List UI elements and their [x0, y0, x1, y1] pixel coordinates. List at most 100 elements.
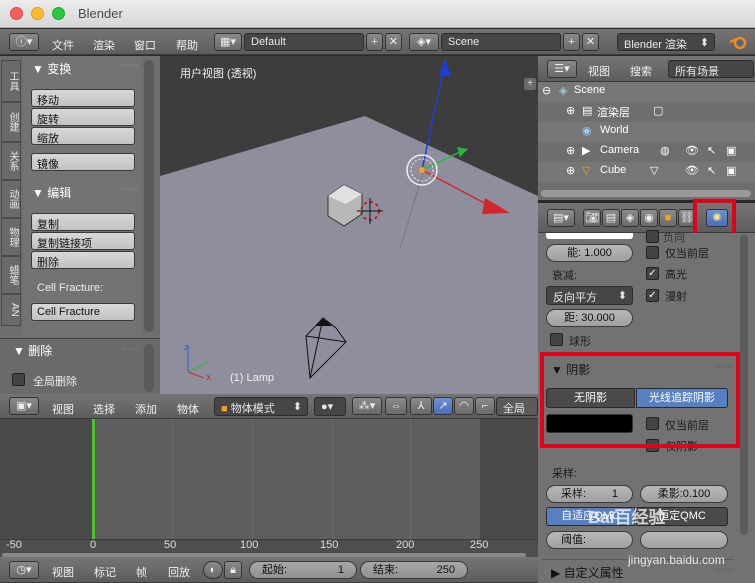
menu-add[interactable]: 添加	[135, 401, 157, 417]
drag-handle-icon[interactable]: ⋯⋯	[121, 60, 139, 71]
cell-fracture-button[interactable]: Cell Fracture	[31, 303, 135, 321]
render-layers-tab-icon[interactable]: ▤	[602, 209, 620, 227]
editor-type-timeline-icon[interactable]: ◷▾	[9, 561, 39, 579]
minimize-window-button[interactable]	[31, 7, 44, 20]
outliner-scrollbar[interactable]	[541, 190, 751, 197]
menu-view[interactable]: 视图	[52, 401, 74, 417]
menu-help[interactable]: 帮助	[176, 37, 198, 53]
menu-view[interactable]: 视图	[52, 564, 74, 580]
samples-field[interactable]: 采样: 1	[546, 485, 633, 503]
outliner-row-scene[interactable]: ⊖ ◈ Scene	[540, 84, 752, 104]
screen-layout-field[interactable]: Default	[244, 33, 364, 51]
tab-an[interactable]: AN	[1, 294, 21, 326]
transform-space-select[interactable]: 全局	[496, 397, 538, 416]
scale-button[interactable]: 缩放	[31, 127, 135, 145]
rotate-button[interactable]: 旋转	[31, 108, 135, 126]
current-frame-indicator[interactable]	[92, 419, 95, 539]
menu-view[interactable]: 视图	[588, 63, 610, 79]
outliner-row-camera[interactable]: ⊕ ▶ Camera ◍ 👁︎ ↖ ▣	[540, 144, 752, 164]
collapse-icon[interactable]: ⊖	[542, 84, 551, 97]
screen-layout-icon[interactable]: ▦▾	[214, 33, 242, 51]
mirror-button[interactable]: 镜像	[31, 153, 135, 171]
remove-scene-icon[interactable]: ✕	[582, 33, 599, 51]
tab-animation[interactable]: 动画	[1, 180, 21, 218]
menu-file[interactable]: 文件	[52, 37, 74, 53]
close-window-button[interactable]	[10, 7, 23, 20]
world-tab-icon[interactable]: ◉	[640, 209, 658, 227]
energy-field[interactable]: 能: 1.000	[546, 244, 633, 262]
menu-frame[interactable]: 帧	[136, 564, 147, 580]
expand-icon[interactable]: ⊕	[566, 164, 575, 177]
duplicate-linked-button[interactable]: 复制链接项	[31, 232, 135, 250]
tab-tools[interactable]: 工具	[1, 60, 21, 102]
operator-scrollbar[interactable]	[144, 344, 154, 392]
outliner-filter-select[interactable]: 所有场景	[668, 60, 754, 78]
keying-set-icon[interactable]: ◐	[203, 561, 223, 579]
tool-shelf-scrollbar[interactable]	[144, 60, 154, 332]
edit-section-title[interactable]: ▼ 编辑	[32, 184, 71, 201]
delete-operator-title[interactable]: ▼ 删除	[13, 342, 52, 359]
menu-marker[interactable]: 标记	[94, 564, 116, 580]
lock-range-icon[interactable]: 🔒︎	[224, 561, 242, 579]
tab-relations[interactable]: 关系	[1, 142, 21, 180]
lamp-color-swatch[interactable]	[546, 233, 633, 239]
translate-manipulator-icon[interactable]: ⅄	[410, 397, 432, 415]
menu-search[interactable]: 搜索	[630, 63, 652, 79]
move-button[interactable]: 移动	[31, 89, 135, 107]
duplicate-button[interactable]: 复制	[31, 213, 135, 231]
properties-scrollbar[interactable]	[740, 235, 748, 535]
start-frame-field[interactable]: 起始: 1	[249, 561, 357, 579]
soft-size-secondary-field[interactable]	[640, 531, 728, 549]
scene-field[interactable]: Scene	[441, 33, 561, 51]
transform-section-title[interactable]: ▼ 变换	[32, 60, 71, 77]
editor-type-3d-icon[interactable]: ▣▾	[9, 397, 39, 415]
outliner-row-world[interactable]: ◉ World	[540, 124, 752, 144]
tab-physics[interactable]: 物理	[1, 218, 21, 256]
viewport-shading-select[interactable]: ●▾	[314, 397, 346, 416]
rotate-manipulator-icon[interactable]: ↗	[433, 397, 453, 415]
menu-playback[interactable]: 回放	[168, 564, 190, 580]
timeline-area[interactable]: -50 0 50 100 150 200 250	[0, 419, 538, 557]
outliner-row-cube[interactable]: ⊕ ▽ Cube ▽ 👁︎ ↖ ▣	[540, 164, 752, 184]
scene-icon[interactable]: ◈▾	[409, 33, 439, 51]
global-delete-checkbox[interactable]	[12, 373, 25, 386]
menu-select[interactable]: 选择	[93, 401, 115, 417]
visibility-eye-icon[interactable]: 👁︎	[685, 144, 699, 157]
this-layer-only-checkbox[interactable]	[646, 246, 659, 259]
editor-type-outliner-icon[interactable]: ☰▾	[547, 60, 577, 78]
custom-properties-title[interactable]: ▶ 自定义属性	[551, 564, 624, 581]
tab-create[interactable]: 创建	[1, 102, 21, 142]
end-frame-field[interactable]: 结束: 250	[360, 561, 468, 579]
specular-checkbox[interactable]: ✓	[646, 267, 659, 280]
drag-handle-icon[interactable]: ⋯⋯	[121, 184, 139, 195]
render-tab-icon[interactable]: 📷︎	[583, 209, 601, 227]
selectability-cursor-icon[interactable]: ↖	[707, 144, 716, 157]
soft-size-field[interactable]: 柔影:0.100	[640, 485, 728, 503]
gizmo-z-arrow[interactable]	[439, 58, 451, 76]
zoom-window-button[interactable]	[52, 7, 65, 20]
sphere-checkbox[interactable]	[550, 333, 563, 346]
object-tab-icon[interactable]: ■	[659, 209, 677, 227]
render-camera-icon[interactable]: ▣	[726, 144, 736, 157]
menu-object[interactable]: 物体	[177, 401, 199, 417]
drag-handle-icon[interactable]: ⋯⋯	[121, 344, 139, 355]
mode-select[interactable]: ■ 物体模式 ⬍	[214, 397, 308, 416]
add-scene-icon[interactable]: +	[563, 33, 580, 51]
menu-window[interactable]: 窗口	[134, 37, 156, 53]
properties-toggle-icon[interactable]: +	[524, 78, 536, 90]
manipulator-icon[interactable]: ⇔	[385, 397, 407, 415]
transform-orientation-icon[interactable]: ⌐	[475, 397, 495, 415]
render-engine-select[interactable]: Blender 渲染 ⬍	[617, 33, 715, 51]
outliner-row-renderlayers[interactable]: ⊕ ▤ 渲染层 ▢	[540, 104, 752, 124]
add-layout-icon[interactable]: +	[366, 33, 383, 51]
editor-type-properties-icon[interactable]: ▤▾	[547, 209, 575, 227]
3d-viewport[interactable]: z x 用户视图 (透视) (1) Lamp +	[160, 56, 538, 394]
distance-field[interactable]: 距: 30.000	[546, 309, 633, 327]
editor-type-info-icon[interactable]: ⓘ▾	[9, 33, 39, 51]
diffuse-checkbox[interactable]: ✓	[646, 289, 659, 302]
expand-icon[interactable]: ⊕	[566, 104, 575, 117]
delete-button[interactable]: 删除	[31, 251, 135, 269]
visibility-eye-icon[interactable]: 👁︎	[685, 164, 699, 177]
pivot-point-icon[interactable]: ⁂▾	[352, 397, 382, 415]
remove-layout-icon[interactable]: ✕	[385, 33, 402, 51]
